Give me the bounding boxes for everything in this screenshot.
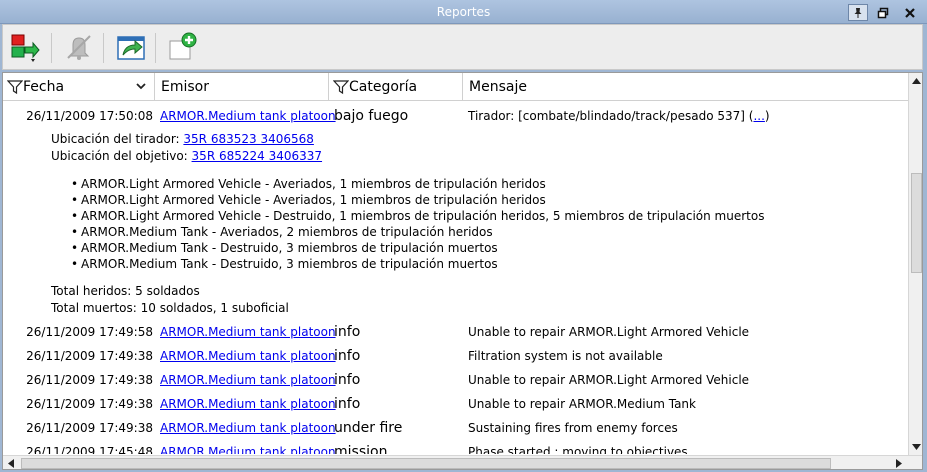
chevron-down-icon[interactable] [136,81,146,91]
list-item: ARMOR.Medium Tank - Destruido, 3 miembro… [71,241,498,255]
list-item: ARMOR.Light Armored Vehicle - Averiados,… [71,177,546,191]
scroll-up-button[interactable] [909,73,922,88]
cell-emitter-link[interactable]: ARMOR.Medium tank platoon [160,368,336,392]
cell-category: bajo fuego [334,108,409,124]
cell-category: mission [334,444,388,454]
shooter-location: Ubicación del tirador: 35R 683523 340656… [51,132,314,146]
shooter-label: Ubicación del tirador: [51,132,184,146]
table-row[interactable]: 26/11/2009 17:45:48 ARMOR.Medium tank pl… [3,440,908,454]
total-wounded: Total heridos: 5 soldados [51,284,200,298]
restore-button[interactable] [873,4,893,21]
shooter-coords-link[interactable]: 35R 683523 3406568 [183,132,314,146]
grid-body: 26/11/2009 17:50:08 ARMOR.Medium tank pl… [3,102,908,454]
cell-emitter-link[interactable]: ARMOR.Medium tank platoon [160,416,336,440]
close-button[interactable] [900,4,920,21]
restore-icon [877,7,889,18]
cell-date: 26/11/2009 17:49:38 [26,373,153,387]
horizontal-scrollbar[interactable] [3,455,922,469]
column-label-fecha: Fecha [23,79,65,95]
cell-message: Tirador: [combate/blindado/track/pesado … [468,104,770,128]
arrow-up-icon [912,77,921,84]
pin-icon [854,7,862,18]
arrow-right-icon [895,459,902,468]
cell-date: 26/11/2009 17:49:38 [26,421,153,435]
message-text: Tirador: [combate/blindado/track/pesado … [468,109,754,123]
cell-message: Unable to repair ARMOR.Light Armored Veh… [468,325,750,339]
close-icon [905,7,915,18]
mute-button[interactable] [63,31,95,63]
list-item: ARMOR.Medium Tank - Destruido, 3 miembro… [71,257,498,271]
filter-icon[interactable] [7,79,23,95]
table-row[interactable]: 26/11/2009 17:49:38 ARMOR.Medium tank pl… [3,392,908,416]
more-link[interactable]: ... [753,109,764,123]
cell-message: Sustaining fires from enemy forces [468,421,678,435]
toolbar-separator [103,33,104,63]
cell-date: 26/11/2009 17:49:38 [26,349,153,363]
horizontal-scroll-thumb[interactable] [21,458,831,469]
pin-button[interactable] [848,4,868,21]
toolbar [2,24,923,70]
export-icon [117,36,145,60]
cell-date: 26/11/2009 17:45:48 [26,445,153,454]
column-label-categoria: Categoría [349,79,418,95]
mute-bell-icon [67,35,91,60]
cell-message: Unable to repair ARMOR.Light Armored Veh… [468,373,750,387]
cell-date: 26/11/2009 17:49:58 [26,325,153,339]
arrow-down-icon [912,443,921,450]
cell-emitter-link[interactable]: ARMOR.Medium tank platoon [160,440,336,454]
column-label-mensaje: Mensaje [469,79,527,95]
cell-category: under fire [334,420,403,436]
reports-grid: Fecha Emisor Categoría Mensaje 26/11/200… [2,72,923,470]
cell-emitter-link[interactable]: ARMOR.Medium tank platoon [160,320,336,344]
column-header-emisor[interactable]: Emisor [155,73,329,101]
total-dead: Total muertos: 10 soldados, 1 suboficial [51,301,289,315]
cell-message: Unable to repair ARMOR.Medium Tank [468,397,696,411]
window-title: Reportes [436,5,491,19]
cell-category: info [334,372,361,388]
export-button[interactable] [115,31,147,63]
message-end: ) [764,109,770,123]
unit-report-icon [11,34,40,62]
cell-emitter-link[interactable]: ARMOR.Medium tank platoon [160,344,336,368]
cell-category: info [334,348,361,364]
list-item: ARMOR.Medium Tank - Averiados, 2 miembro… [71,225,493,239]
cell-message: Filtration system is not available [468,349,663,363]
scroll-right-button[interactable] [891,456,906,469]
new-report-icon [169,32,197,60]
target-location: Ubicación del objetivo: 35R 685224 34063… [51,149,322,163]
list-item: ARMOR.Light Armored Vehicle - Averiados,… [71,193,546,207]
column-header-mensaje[interactable]: Mensaje [463,73,908,101]
cell-date: 26/11/2009 17:50:08 [26,109,153,123]
toolbar-separator [51,33,52,63]
toolbar-separator [155,33,156,63]
title-bar: Reportes [0,0,927,24]
cell-message: Phase started : moving to objectives [468,445,688,454]
column-label-emisor: Emisor [161,79,209,95]
filter-icon[interactable] [333,79,349,95]
cell-date: 26/11/2009 17:49:38 [26,397,153,411]
arrow-left-icon [7,459,14,468]
scroll-down-button[interactable] [909,439,922,454]
cell-category: info [334,324,361,340]
table-row[interactable]: 26/11/2009 17:49:38 ARMOR.Medium tank pl… [3,344,908,368]
scroll-left-button[interactable] [3,456,18,469]
table-row[interactable]: 26/11/2009 17:49:58 ARMOR.Medium tank pl… [3,320,908,344]
cell-emitter-link[interactable]: ARMOR.Medium tank platoon [160,392,336,416]
column-header-fecha[interactable]: Fecha [3,73,155,101]
new-report-button[interactable] [167,31,199,63]
grid-header: Fecha Emisor Categoría Mensaje [3,73,908,101]
target-label: Ubicación del objetivo: [51,149,192,163]
target-coords-link[interactable]: 35R 685224 3406337 [192,149,323,163]
table-row-expanded[interactable]: 26/11/2009 17:50:08 ARMOR.Medium tank pl… [3,104,908,128]
cell-emitter-link[interactable]: ARMOR.Medium tank platoon [160,104,336,128]
list-item: ARMOR.Light Armored Vehicle - Destruido,… [71,209,764,223]
cell-category: info [334,396,361,412]
table-row[interactable]: 26/11/2009 17:49:38 ARMOR.Medium tank pl… [3,368,908,392]
unit-report-button[interactable] [9,31,41,63]
table-row[interactable]: 26/11/2009 17:49:38 ARMOR.Medium tank pl… [3,416,908,440]
vertical-scroll-thumb[interactable] [911,173,922,273]
vertical-scrollbar[interactable] [908,73,922,455]
column-header-categoria[interactable]: Categoría [329,73,463,101]
